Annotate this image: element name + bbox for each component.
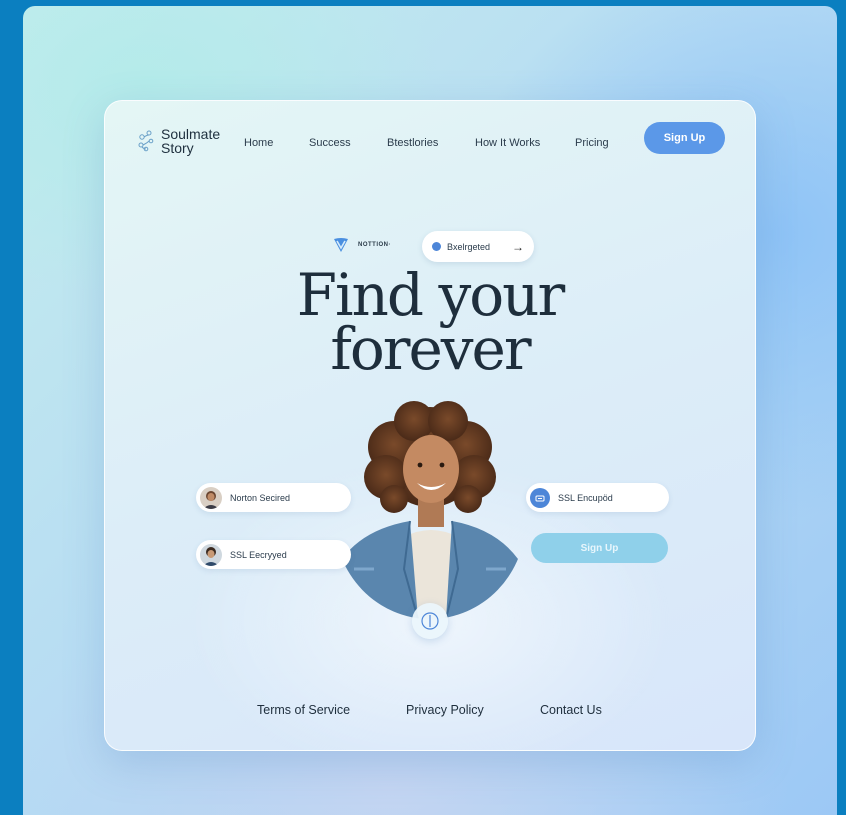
notion-badge: NOTTION· <box>332 237 391 253</box>
logo-icon <box>138 130 154 152</box>
trust-chip-ssl-left: SSL Eecryyed <box>196 540 351 569</box>
backdrop-canvas: Soulmate Story Home Success Btestlories … <box>23 6 837 815</box>
footer-privacy-link[interactable]: Privacy Policy <box>406 703 484 717</box>
signup-secondary-button[interactable]: Sign Up <box>531 533 668 563</box>
brand-name-line1: Soulmate <box>161 126 221 142</box>
avatar <box>200 486 222 509</box>
arrow-right-icon: → <box>512 239 524 254</box>
nav-pricing[interactable]: Pricing <box>575 137 609 149</box>
nav-stories[interactable]: Btestlories <box>387 137 438 149</box>
nav-success[interactable]: Success <box>309 137 351 149</box>
footer-contact-link[interactable]: Contact Us <box>540 703 602 717</box>
landing-card: Soulmate Story Home Success Btestlories … <box>104 100 756 751</box>
nav-how-it-works[interactable]: How It Works <box>475 137 540 149</box>
trust-chip-ssl-right: SSL Encupöd <box>526 483 669 512</box>
trust-chip-label: SSL Eecryyed <box>230 549 287 560</box>
notion-label: NOTTION· <box>358 242 391 248</box>
brand-logo[interactable]: Soulmate Story <box>135 127 220 155</box>
avatar <box>200 543 222 566</box>
signup-button[interactable]: Sign Up <box>644 122 725 154</box>
scroll-indicator[interactable] <box>412 603 448 639</box>
hero-portrait <box>334 399 526 619</box>
trust-chip-label: Norton Secired <box>230 492 291 503</box>
dot-icon <box>432 242 441 251</box>
footer-terms-link[interactable]: Terms of Service <box>257 703 350 717</box>
trust-chip-norton: Norton Secired <box>196 483 351 512</box>
hero-title-line2: forever <box>330 315 531 383</box>
nav-home[interactable]: Home <box>244 137 273 149</box>
scroll-indicator-icon <box>421 612 439 630</box>
hero-title-line1: Find your <box>296 261 565 329</box>
trust-chip-label: SSL Encupöd <box>558 492 613 503</box>
announcement-label: Bxelrgeted <box>447 241 491 252</box>
lock-icon <box>530 487 550 508</box>
brand-name-line2: Story <box>161 140 194 156</box>
heart-shield-icon <box>334 238 348 252</box>
announcement-pill[interactable]: Bxelrgeted → <box>422 231 534 262</box>
